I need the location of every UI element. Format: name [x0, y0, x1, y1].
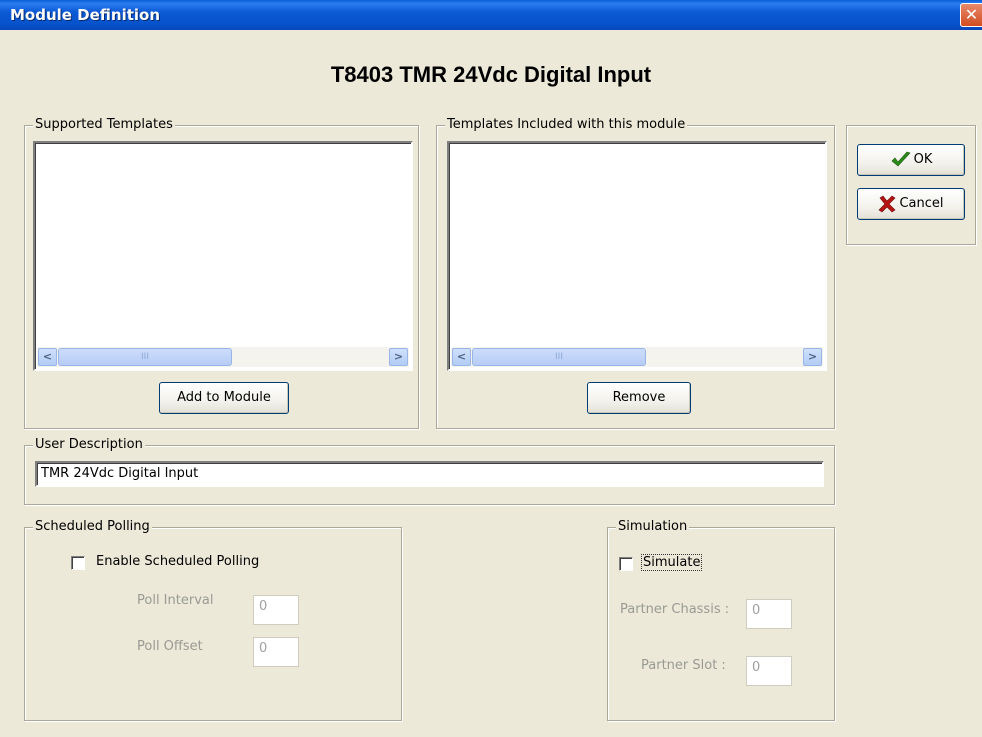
partner-chassis-input[interactable]: 0	[746, 599, 792, 629]
included-templates-label: Templates Included with this module	[445, 117, 688, 133]
scroll-thumb[interactable]: III	[472, 348, 646, 366]
close-icon: ✕	[964, 5, 979, 24]
poll-interval-label: Poll Interval	[137, 593, 214, 608]
supported-templates-group: Supported Templates < III > Add to Modul…	[24, 117, 419, 429]
module-heading: T8403 TMR 24Vdc Digital Input	[330, 62, 652, 87]
horizontal-scrollbar[interactable]: < III >	[451, 347, 823, 367]
partner-slot-label: Partner Slot :	[641, 658, 726, 673]
supported-templates-label: Supported Templates	[33, 117, 175, 133]
window-title: Module Definition	[10, 6, 161, 24]
partner-slot-input[interactable]: 0	[746, 656, 792, 686]
poll-offset-label: Poll Offset	[137, 639, 203, 654]
included-templates-list[interactable]: < III >	[447, 141, 827, 371]
scroll-right-icon[interactable]: >	[389, 348, 408, 366]
x-icon	[878, 195, 896, 212]
scroll-right-icon[interactable]: >	[803, 348, 822, 366]
user-description-input[interactable]: TMR 24Vdc Digital Input	[35, 461, 824, 487]
partner-chassis-label: Partner Chassis :	[620, 602, 730, 617]
ok-button[interactable]: OK	[857, 144, 965, 176]
poll-interval-input[interactable]: 0	[253, 595, 299, 625]
scheduled-polling-label: Scheduled Polling	[33, 519, 152, 535]
scroll-thumb[interactable]: III	[58, 348, 232, 366]
ok-label: OK	[913, 152, 933, 167]
scroll-left-icon[interactable]: <	[452, 348, 471, 366]
add-to-module-button[interactable]: Add to Module	[159, 382, 289, 414]
poll-offset-input[interactable]: 0	[253, 637, 299, 667]
scheduled-polling-group: Scheduled Polling Enable Scheduled Polli…	[24, 519, 402, 721]
user-description-group: User Description TMR 24Vdc Digital Input	[24, 437, 835, 505]
scroll-left-icon[interactable]: <	[38, 348, 57, 366]
check-icon	[891, 151, 911, 166]
actions-group: OK Cancel	[846, 125, 976, 245]
simulate-label[interactable]: Simulate	[640, 554, 703, 571]
cancel-label: Cancel	[899, 196, 944, 211]
simulate-checkbox[interactable]	[619, 557, 633, 571]
horizontal-scrollbar[interactable]: < III >	[37, 347, 409, 367]
simulation-group: Simulation Simulate Partner Chassis : 0 …	[607, 519, 835, 721]
user-description-label: User Description	[33, 437, 145, 453]
enable-scheduled-polling-label: Enable Scheduled Polling	[96, 554, 260, 569]
enable-scheduled-polling-checkbox[interactable]	[71, 556, 85, 570]
close-button[interactable]: ✕	[960, 3, 982, 27]
remove-button[interactable]: Remove	[587, 382, 691, 414]
title-bar: Module Definition ✕	[0, 0, 982, 30]
supported-templates-list[interactable]: < III >	[33, 141, 413, 371]
cancel-button[interactable]: Cancel	[857, 188, 965, 220]
included-templates-group: Templates Included with this module < II…	[436, 117, 835, 429]
simulation-label: Simulation	[616, 519, 690, 535]
